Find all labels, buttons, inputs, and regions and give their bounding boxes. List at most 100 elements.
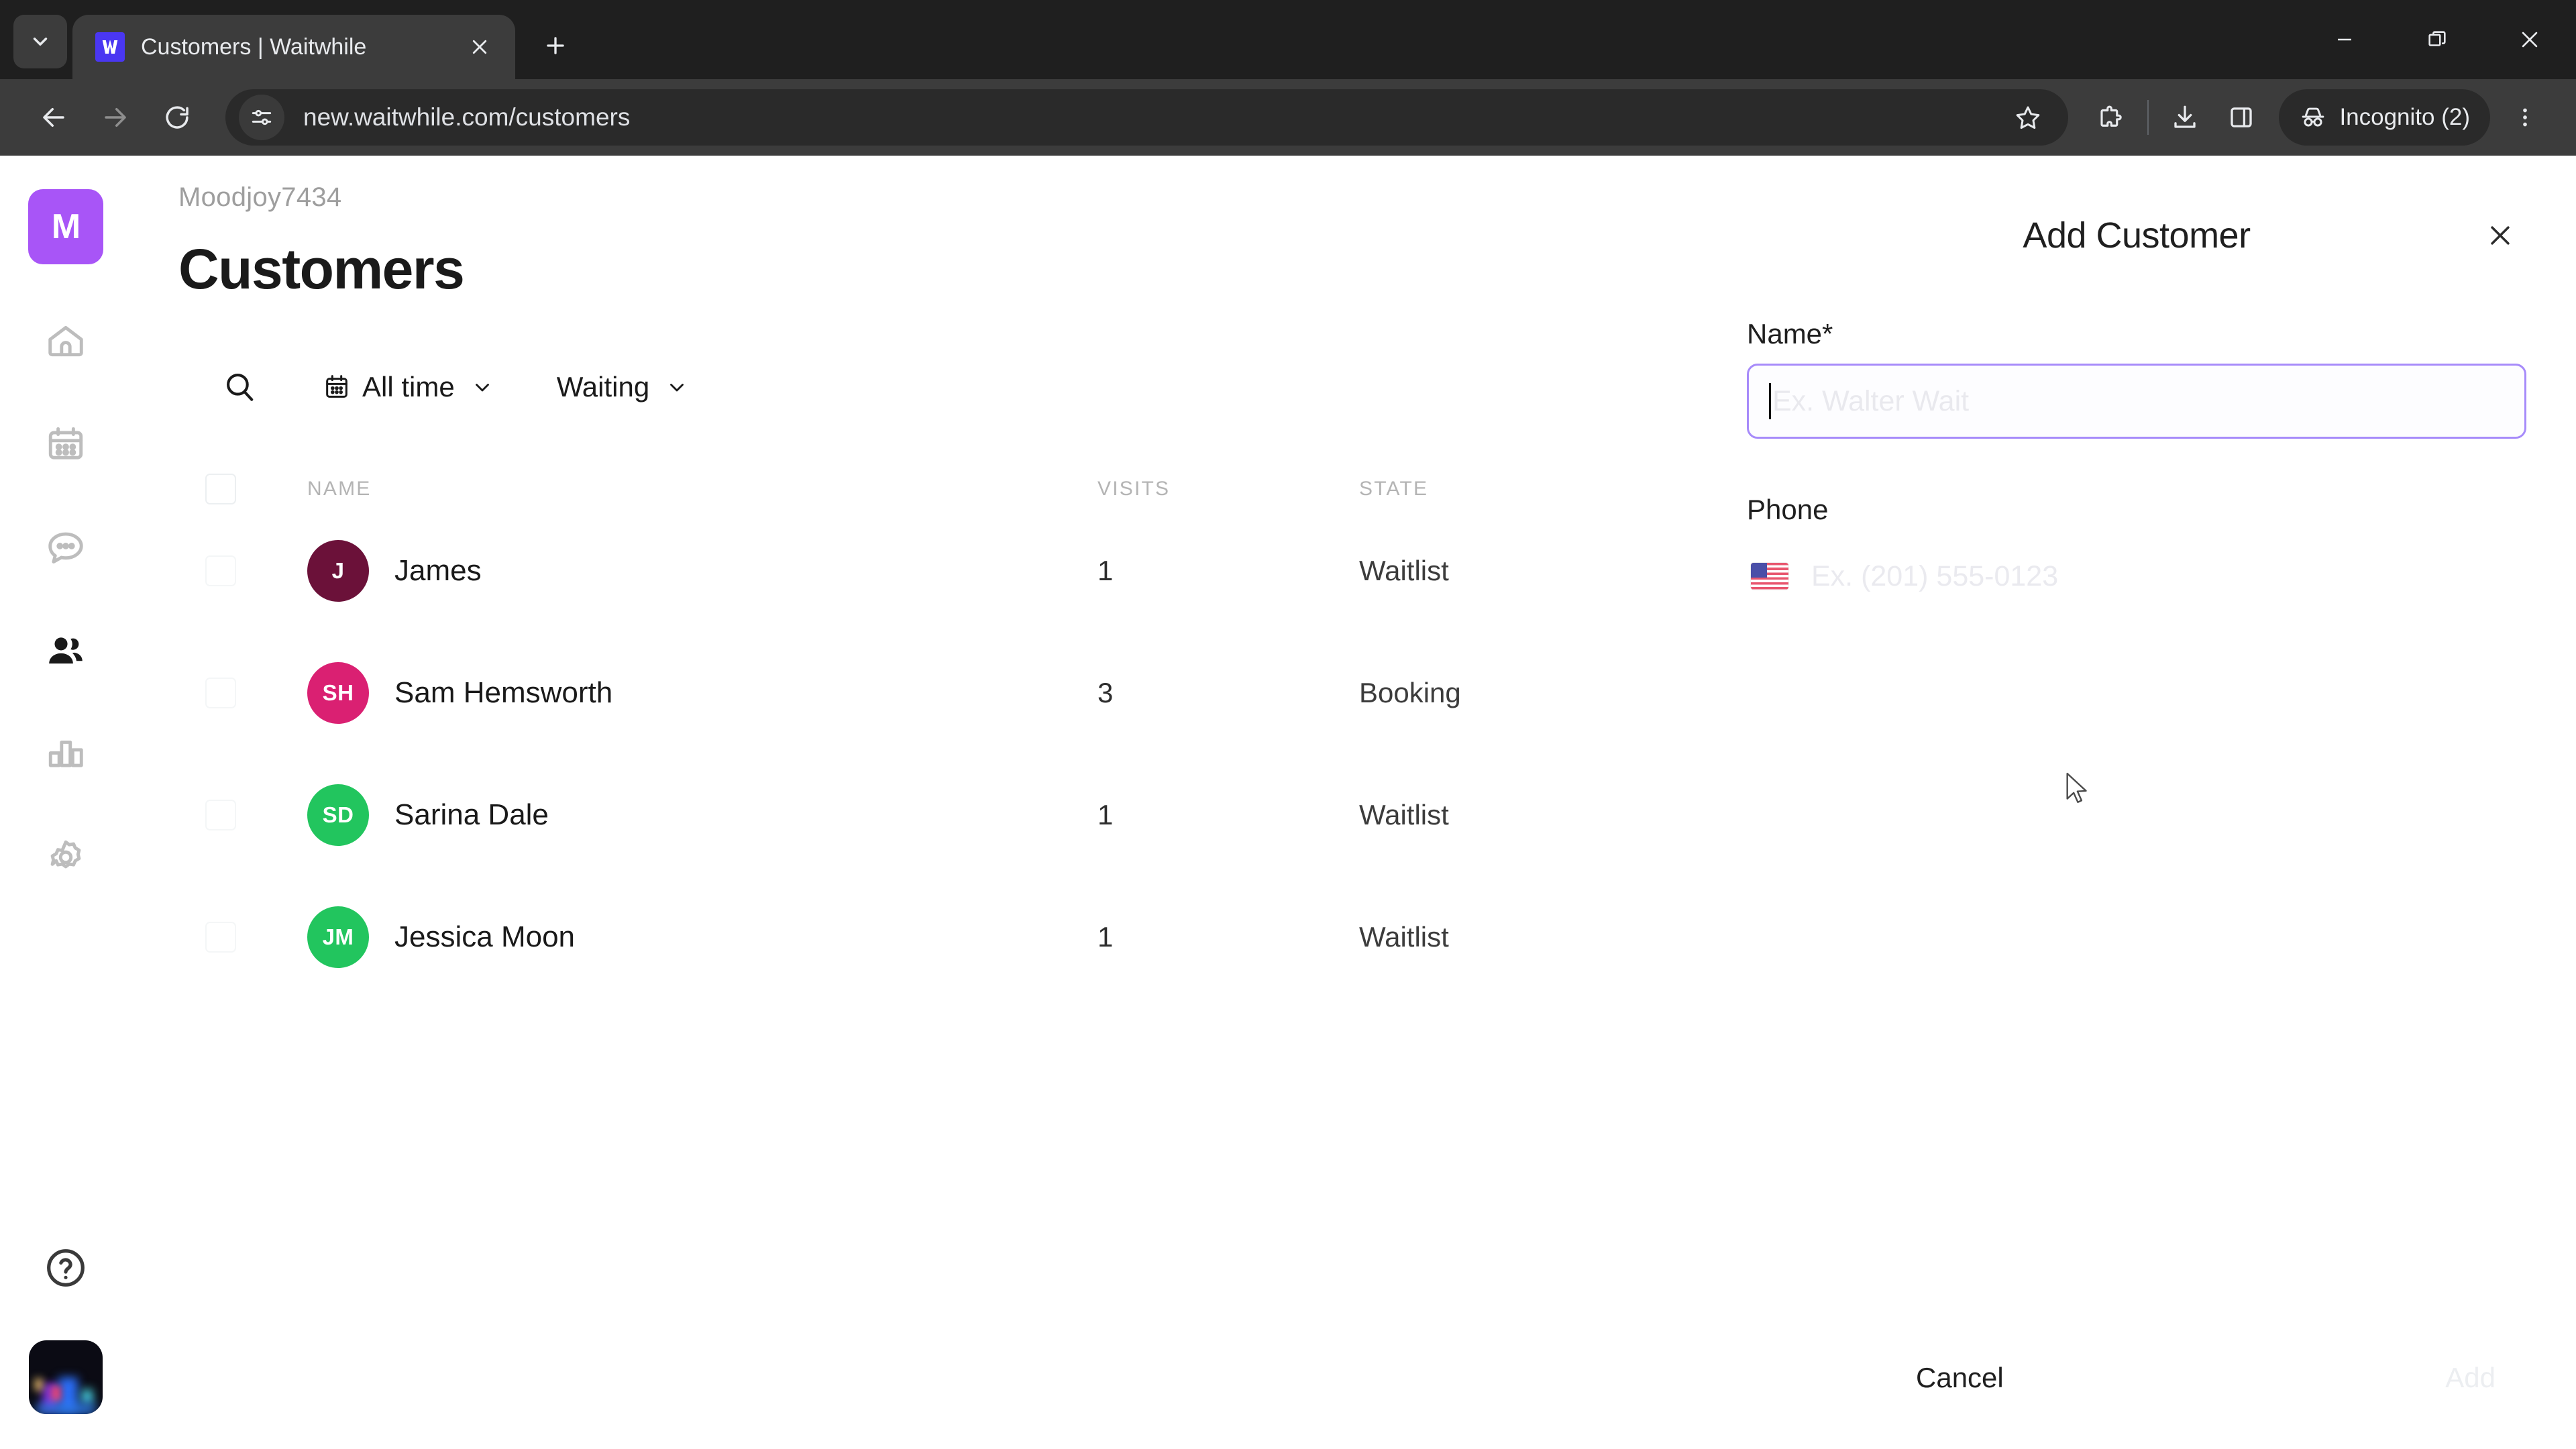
table-row[interactable]: JM Jessica Moon 1 Waitlist (178, 876, 1641, 998)
gear-icon (50, 840, 81, 869)
extensions-icon (2100, 105, 2123, 127)
chevron-down-icon (471, 376, 494, 398)
customer-visits: 3 (1097, 677, 1114, 708)
customer-name: James (394, 554, 482, 587)
customer-visits: 1 (1097, 799, 1114, 830)
phone-field-label: Phone (1747, 494, 1829, 525)
restore-icon (2428, 31, 2446, 46)
downloads-button[interactable] (2157, 89, 2213, 146)
url-text: new.waitwhile.com/customers (303, 103, 631, 131)
row-checkbox[interactable] (205, 922, 236, 953)
table-row[interactable]: SH Sam Hemsworth 3 Booking (178, 632, 1641, 754)
cancel-button[interactable]: Cancel (1889, 1347, 2031, 1409)
tab-search-button[interactable] (13, 15, 67, 68)
panel-body: Name* Ex. Walter Wait Phone Ex. (201) 55… (1697, 275, 2576, 1347)
maximize-button[interactable] (2391, 0, 2483, 79)
customer-name: Sam Hemsworth (394, 676, 613, 709)
us-flag-icon[interactable] (1751, 563, 1788, 590)
site-settings-icon[interactable] (239, 95, 284, 140)
reload-button[interactable] (146, 87, 208, 148)
sidebar-item-settings[interactable] (28, 820, 103, 895)
back-arrow-icon (43, 108, 64, 127)
column-header-state[interactable]: STATE (1359, 478, 1641, 500)
date-filter-label: All time (362, 371, 455, 402)
avatar: SH (307, 662, 369, 724)
search-button[interactable] (211, 358, 268, 416)
avatar: JM (307, 906, 369, 968)
avatar: SD (307, 784, 369, 846)
phone-field: Phone Ex. (201) 555-0123 (1747, 494, 2526, 613)
home-icon (48, 325, 83, 357)
row-checkbox[interactable] (205, 678, 236, 708)
browser-tab[interactable]: Customers | Waitwhile (72, 15, 515, 79)
name-input[interactable]: Ex. Walter Wait (1747, 364, 2526, 439)
sidebar-item-analytics[interactable] (28, 716, 103, 792)
text-caret (1769, 383, 1771, 419)
back-button[interactable] (23, 87, 85, 148)
status-filter-dropdown[interactable]: Waiting (546, 358, 700, 416)
profile-label: Incognito (2) (2339, 104, 2470, 130)
column-header-visits[interactable]: VISITS (1097, 478, 1359, 500)
close-icon (2522, 32, 2538, 48)
workspace-logo[interactable]: M (28, 189, 103, 264)
chat-bubble-icon (48, 532, 83, 564)
customer-state: Waitlist (1359, 921, 1449, 953)
add-button[interactable]: Add (2418, 1347, 2522, 1409)
calendar-icon (48, 427, 83, 460)
page-viewport: M Moodjoy7434 Customers All time Waiting… (0, 156, 2576, 1449)
address-bar[interactable]: new.waitwhile.com/customers (225, 89, 2069, 146)
reload-icon (166, 106, 189, 129)
window-controls (2298, 0, 2576, 79)
table-header-row: NAME VISITS STATE (178, 468, 1641, 510)
close-window-button[interactable] (2483, 0, 2576, 79)
forward-button[interactable] (85, 87, 146, 148)
phone-placeholder: Ex. (201) 555-0123 (1811, 559, 2059, 592)
app-sidebar: M (0, 156, 131, 1449)
row-checkbox[interactable] (205, 800, 236, 830)
customer-visits: 1 (1097, 921, 1114, 953)
chevron-down-icon (665, 376, 688, 398)
download-icon (2174, 105, 2196, 128)
phone-input[interactable]: Ex. (201) 555-0123 (1747, 539, 2526, 613)
table-row[interactable]: SD Sarina Dale 1 Waitlist (178, 754, 1641, 876)
help-circle-icon (47, 1249, 85, 1287)
sidebar-item-messages[interactable] (28, 510, 103, 585)
customer-state: Waitlist (1359, 555, 1449, 586)
panel-footer: Cancel Add (1697, 1347, 2576, 1449)
customer-state: Waitlist (1359, 799, 1449, 830)
sidebar-item-home[interactable] (28, 303, 103, 378)
plus-icon (547, 37, 564, 54)
waitwhile-logo-icon (95, 32, 125, 62)
close-panel-button[interactable] (2477, 212, 2524, 259)
bookmark-star-icon[interactable] (2002, 92, 2053, 143)
date-filter-dropdown[interactable]: All time (313, 358, 504, 416)
minimize-button[interactable] (2298, 0, 2391, 79)
tab-title: Customers | Waitwhile (141, 34, 367, 60)
select-all-cell[interactable] (178, 474, 280, 504)
tab-strip: Customers | Waitwhile (0, 0, 2576, 79)
close-icon (2491, 226, 2510, 245)
column-header-name[interactable]: NAME (280, 478, 1097, 500)
customer-name: Jessica Moon (394, 920, 576, 953)
help-button[interactable] (42, 1244, 90, 1292)
sidebar-item-schedule[interactable] (28, 407, 103, 482)
table-row[interactable]: J James 1 Waitlist (178, 510, 1641, 632)
bar-chart-icon (48, 740, 83, 767)
close-icon[interactable] (462, 29, 498, 65)
select-all-checkbox[interactable] (205, 474, 236, 504)
new-tab-button[interactable] (530, 20, 581, 71)
avatar: J (307, 540, 369, 602)
sidebar-item-customers[interactable] (28, 613, 103, 688)
search-icon (227, 373, 254, 401)
status-filter-label: Waiting (556, 371, 650, 402)
extensions-button[interactable] (2083, 89, 2139, 146)
avatar[interactable] (29, 1340, 103, 1414)
chrome-menu-button[interactable] (2497, 89, 2553, 146)
side-panel-button[interactable] (2213, 89, 2269, 146)
profile-button[interactable]: Incognito (2) (2279, 89, 2490, 146)
more-vertical-icon (2523, 108, 2527, 127)
name-placeholder: Ex. Walter Wait (1772, 384, 1970, 417)
browser-window: Customers | Waitwhile new.waitwhile.com/… (0, 0, 2576, 1449)
customer-visits: 1 (1097, 555, 1114, 586)
row-checkbox[interactable] (205, 555, 236, 586)
